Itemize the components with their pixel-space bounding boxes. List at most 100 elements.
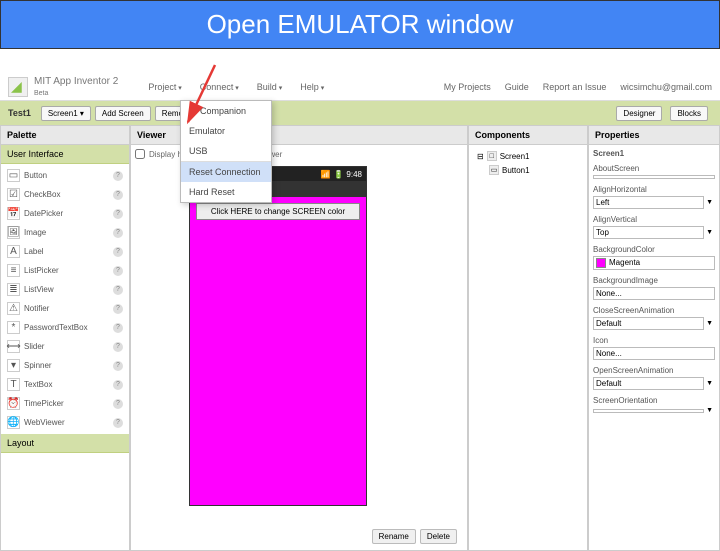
help-icon[interactable]: ? bbox=[113, 342, 123, 352]
dropdown-ai-companion[interactable]: AI Companion bbox=[181, 101, 271, 121]
palette-item-label: ListView bbox=[24, 285, 54, 294]
phone-time: 9:48 bbox=[346, 170, 362, 179]
palette-item-button[interactable]: ▭Button? bbox=[3, 166, 127, 185]
palette-item-spinner[interactable]: ▾Spinner? bbox=[3, 356, 127, 375]
help-icon[interactable]: ? bbox=[113, 304, 123, 314]
help-icon[interactable]: ? bbox=[113, 399, 123, 409]
project-name: Test1 bbox=[8, 108, 31, 118]
prop-label: BackgroundImage bbox=[593, 276, 715, 285]
prop-label: AlignHorizontal bbox=[593, 185, 715, 194]
palette-item-listview[interactable]: ≣ListView? bbox=[3, 280, 127, 299]
tree-screen1[interactable]: ⊟ □ Screen1 bbox=[473, 149, 583, 163]
palette-item-slider[interactable]: ⟷Slider? bbox=[3, 337, 127, 356]
palette-item-label[interactable]: ALabel? bbox=[3, 242, 127, 261]
user-email[interactable]: wicsimchu@gmail.com bbox=[620, 82, 712, 92]
palette-item-timepicker[interactable]: ⏰TimePicker? bbox=[3, 394, 127, 413]
palette-items: ▭Button?☑CheckBox?📅DatePicker?🖼Image?ALa… bbox=[1, 164, 129, 434]
chevron-down-icon[interactable]: ▼ bbox=[704, 199, 715, 206]
properties-panel: Properties Screen1 AboutScreenAlignHoriz… bbox=[588, 125, 720, 551]
palette-item-label: Button bbox=[24, 171, 47, 180]
prop-label: AboutScreen bbox=[593, 164, 715, 173]
help-icon[interactable]: ? bbox=[113, 418, 123, 428]
palette-item-textbox[interactable]: TTextBox? bbox=[3, 375, 127, 394]
designer-tab[interactable]: Designer bbox=[616, 106, 662, 121]
prop-closescreenanimation: CloseScreenAnimation Default▼ bbox=[593, 306, 715, 330]
chevron-down-icon[interactable]: ▼ bbox=[704, 229, 715, 236]
dropdown-reset-connection[interactable]: Reset Connection bbox=[181, 161, 271, 182]
palette-item-datepicker[interactable]: 📅DatePicker? bbox=[3, 204, 127, 223]
prop-backgroundimage: BackgroundImage None... bbox=[593, 276, 715, 300]
slider-icon: ⟷ bbox=[7, 340, 20, 353]
rename-button[interactable]: Rename bbox=[372, 529, 416, 544]
menu-project[interactable]: Project bbox=[148, 82, 181, 92]
signal-icon: 📶 bbox=[320, 170, 330, 179]
properties-list: Screen1 AboutScreenAlignHorizontalLeft▼A… bbox=[589, 145, 719, 424]
help-icon[interactable]: ? bbox=[113, 285, 123, 295]
prop-backgroundcolor: BackgroundColorMagenta bbox=[593, 245, 715, 270]
palette-item-label: Label bbox=[24, 247, 44, 256]
prop-alignvertical: AlignVerticalTop▼ bbox=[593, 215, 715, 239]
spinner-icon: ▾ bbox=[7, 359, 20, 372]
chevron-down-icon[interactable]: ▼ bbox=[704, 380, 715, 387]
components-title: Components bbox=[469, 126, 587, 145]
palette-item-notifier[interactable]: ⚠Notifier? bbox=[3, 299, 127, 318]
preview-button1[interactable]: Click HERE to change SCREEN color bbox=[196, 203, 360, 220]
add-screen-button[interactable]: Add Screen bbox=[95, 106, 151, 121]
palette-item-webviewer[interactable]: 🌐WebViewer? bbox=[3, 413, 127, 432]
prop-aboutscreen-field[interactable] bbox=[593, 175, 715, 179]
menu-help[interactable]: Help bbox=[300, 82, 324, 92]
blocks-tab[interactable]: Blocks bbox=[670, 106, 708, 121]
prop-label: Icon bbox=[593, 336, 715, 345]
palette-category-layout[interactable]: Layout bbox=[1, 434, 129, 453]
help-icon[interactable]: ? bbox=[113, 247, 123, 257]
tree-button1[interactable]: ▭ Button1 bbox=[473, 163, 583, 177]
chevron-down-icon[interactable]: ▼ bbox=[704, 407, 715, 414]
screen-selector[interactable]: Screen1 ▾ bbox=[41, 106, 91, 121]
dropdown-usb[interactable]: USB bbox=[181, 141, 271, 161]
chevron-down-icon[interactable]: ▼ bbox=[704, 320, 715, 327]
collapse-icon[interactable]: ⊟ bbox=[477, 152, 484, 161]
prop-label: CloseScreenAnimation bbox=[593, 306, 715, 315]
menu-build[interactable]: Build bbox=[257, 82, 282, 92]
palette-item-image[interactable]: 🖼Image? bbox=[3, 223, 127, 242]
palette-item-passwordtextbox[interactable]: *PasswordTextBox? bbox=[3, 318, 127, 337]
link-report-issue[interactable]: Report an Issue bbox=[543, 82, 607, 92]
prop-openscreenanimation-field[interactable]: Default bbox=[593, 377, 704, 390]
project-bar: Test1 Screen1 ▾ Add Screen Remove Screen… bbox=[0, 101, 720, 125]
help-icon[interactable]: ? bbox=[113, 323, 123, 333]
palette-title: Palette bbox=[1, 126, 129, 145]
prop-backgroundcolor-field[interactable]: Magenta bbox=[593, 256, 715, 270]
link-my-projects[interactable]: My Projects bbox=[444, 82, 491, 92]
help-icon[interactable]: ? bbox=[113, 209, 123, 219]
help-icon[interactable]: ? bbox=[113, 266, 123, 276]
screen-icon: □ bbox=[487, 151, 497, 161]
help-icon[interactable]: ? bbox=[113, 228, 123, 238]
prop-alignhorizontal-field[interactable]: Left bbox=[593, 196, 704, 209]
phone-screen-canvas[interactable]: Click HERE to change SCREEN color bbox=[190, 197, 366, 505]
delete-button[interactable]: Delete bbox=[420, 529, 457, 544]
prop-screenorientation-field[interactable] bbox=[593, 409, 704, 413]
palette-category-ui[interactable]: User Interface bbox=[1, 145, 129, 164]
textbox-icon: T bbox=[7, 378, 20, 391]
prop-backgroundimage-field[interactable]: None... bbox=[593, 287, 715, 300]
prop-closescreenanimation-field[interactable]: Default bbox=[593, 317, 704, 330]
color-swatch-icon bbox=[596, 258, 606, 268]
components-tree: ⊟ □ Screen1 ▭ Button1 bbox=[469, 145, 587, 181]
prop-alignvertical-field[interactable]: Top bbox=[593, 226, 704, 239]
help-icon[interactable]: ? bbox=[113, 361, 123, 371]
palette-item-listpicker[interactable]: ≡ListPicker? bbox=[3, 261, 127, 280]
dropdown-hard-reset[interactable]: Hard Reset bbox=[181, 182, 271, 202]
menu-connect[interactable]: Connect bbox=[200, 82, 239, 92]
link-guide[interactable]: Guide bbox=[505, 82, 529, 92]
top-menubar: MIT App Inventor 2Beta Project Connect B… bbox=[0, 73, 720, 101]
prop-icon-field[interactable]: None... bbox=[593, 347, 715, 360]
show-hidden-checkbox[interactable] bbox=[135, 149, 145, 159]
palette-item-label: ListPicker bbox=[24, 266, 59, 275]
dropdown-emulator[interactable]: Emulator bbox=[181, 121, 271, 141]
help-icon[interactable]: ? bbox=[113, 190, 123, 200]
prop-alignhorizontal: AlignHorizontal Left▼ bbox=[593, 185, 715, 209]
palette-item-checkbox[interactable]: ☑CheckBox? bbox=[3, 185, 127, 204]
help-icon[interactable]: ? bbox=[113, 171, 123, 181]
prop-label: OpenScreenAnimation bbox=[593, 366, 715, 375]
help-icon[interactable]: ? bbox=[113, 380, 123, 390]
